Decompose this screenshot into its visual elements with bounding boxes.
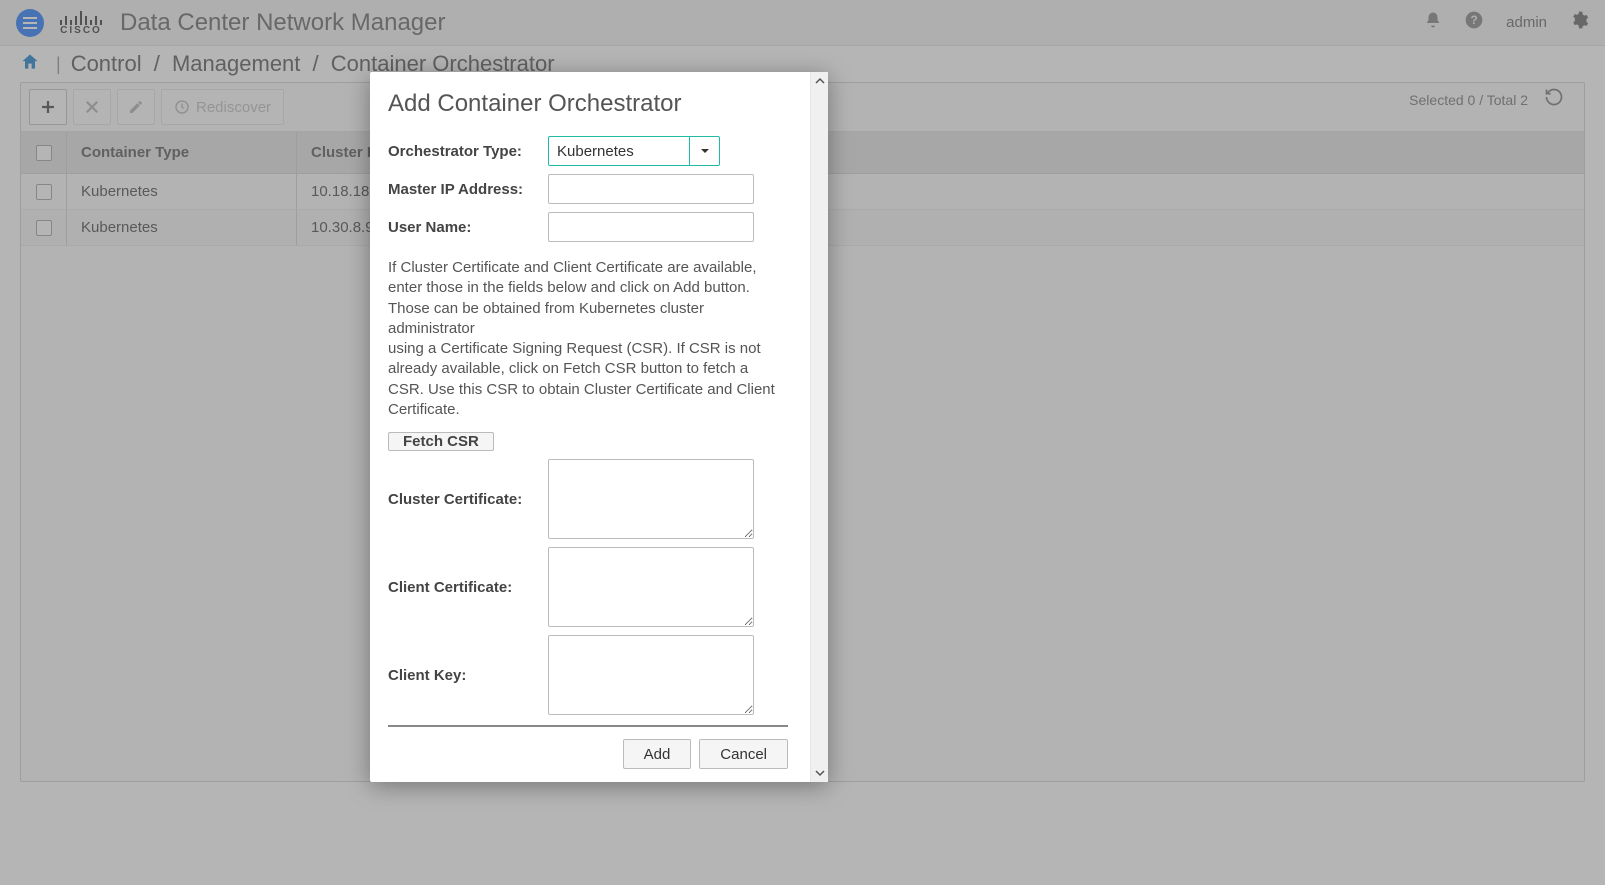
help-text-1: If Cluster Certificate and Client Certif… <box>388 258 788 339</box>
orchestrator-type-value: Kubernetes <box>549 137 689 165</box>
label-master-ip: Master IP Address: <box>388 181 548 198</box>
modal-scrollbar[interactable] <box>810 72 828 782</box>
client-cert-textarea[interactable] <box>548 547 754 627</box>
caret-down-icon <box>700 146 710 156</box>
modal-divider <box>388 725 788 727</box>
user-name-input[interactable] <box>548 212 754 242</box>
client-key-textarea[interactable] <box>548 635 754 715</box>
master-ip-input[interactable] <box>548 174 754 204</box>
select-caret <box>689 137 719 165</box>
label-user-name: User Name: <box>388 219 548 236</box>
orchestrator-type-select[interactable]: Kubernetes <box>548 136 720 166</box>
label-cluster-cert: Cluster Certificate: <box>388 491 548 508</box>
add-orchestrator-modal: Add Container Orchestrator Orchestrator … <box>370 72 828 782</box>
label-orch-type: Orchestrator Type: <box>388 143 548 160</box>
modal-title: Add Container Orchestrator <box>388 90 788 118</box>
scroll-down-arrow[interactable] <box>811 764 829 782</box>
label-client-cert: Client Certificate: <box>388 579 548 596</box>
fetch-csr-button[interactable]: Fetch CSR <box>388 432 494 451</box>
modal-cancel-button[interactable]: Cancel <box>699 739 788 769</box>
modal-add-button[interactable]: Add <box>623 739 692 769</box>
chevron-down-icon <box>815 768 825 778</box>
scroll-up-arrow[interactable] <box>811 72 829 90</box>
help-text-2: using a Certificate Signing Request (CSR… <box>388 339 788 420</box>
label-client-key: Client Key: <box>388 667 548 684</box>
cluster-cert-textarea[interactable] <box>548 459 754 539</box>
chevron-up-icon <box>815 76 825 86</box>
